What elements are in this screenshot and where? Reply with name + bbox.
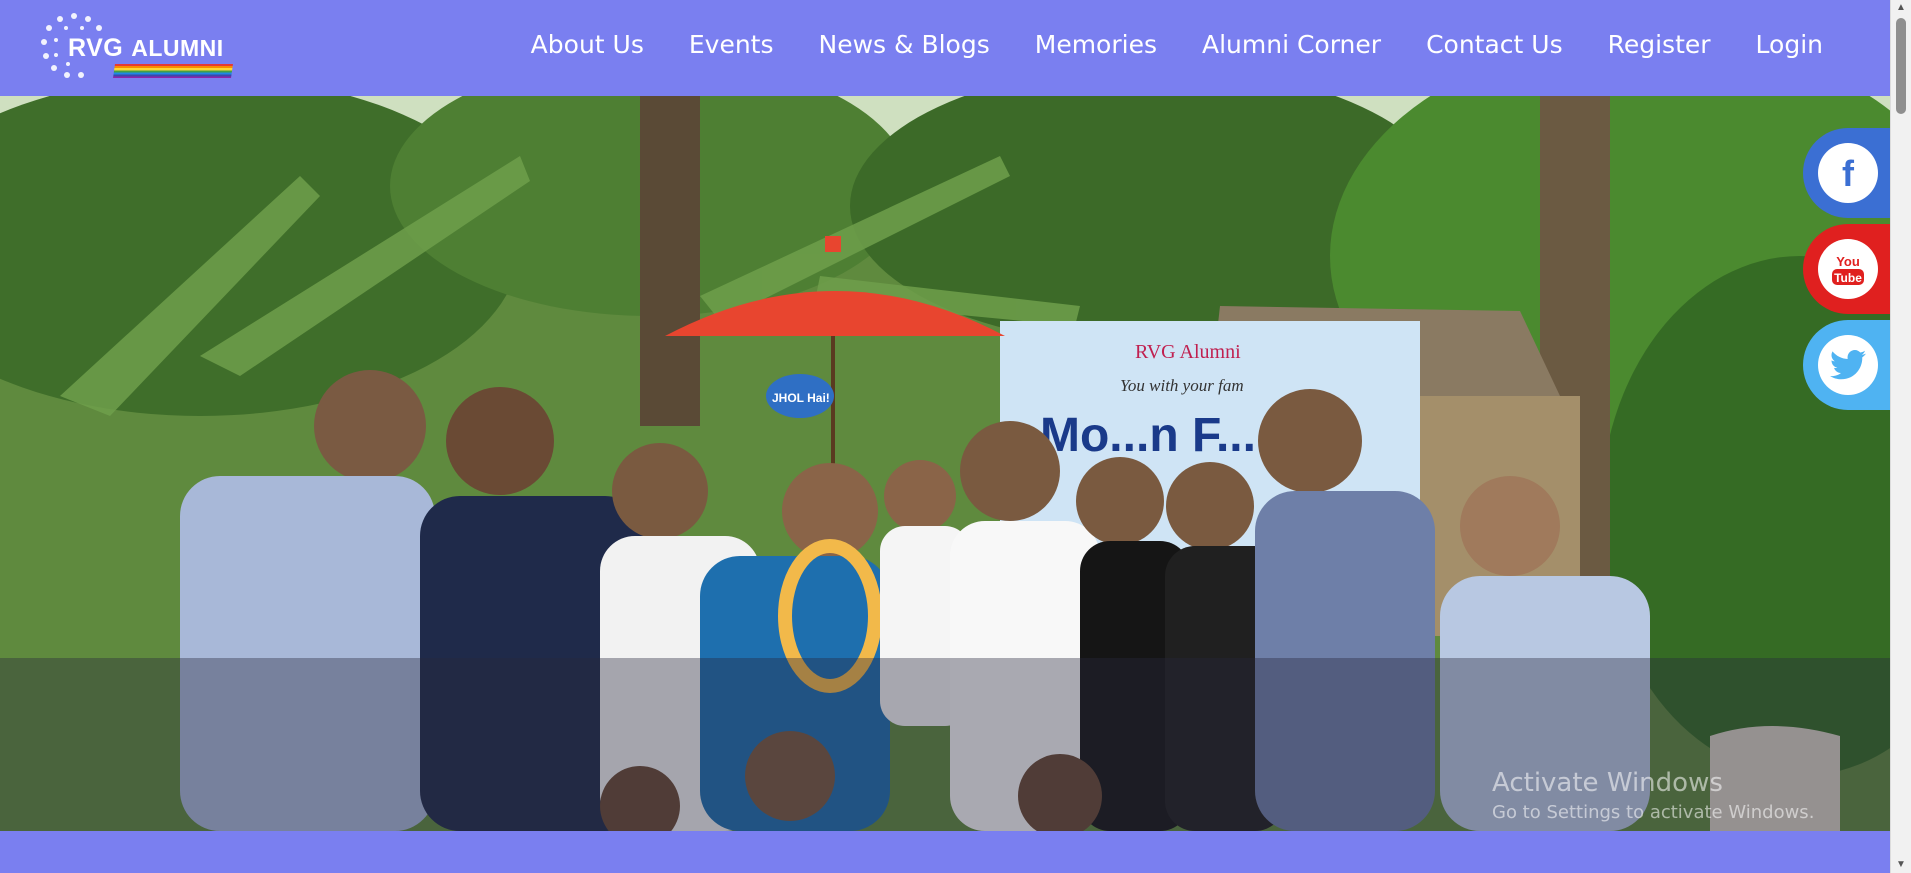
youtube-glyph-bottom: Tube: [1834, 271, 1862, 285]
twitter-icon: [1818, 335, 1878, 395]
main-navigation: About Us Events News & Blogs Memories Al…: [486, 0, 1823, 88]
logo-primary-text: RVG: [68, 34, 124, 62]
youtube-button[interactable]: You Tube: [1803, 224, 1891, 314]
youtube-glyph-top: You: [1836, 254, 1860, 269]
logo-secondary-text: ALUMNI: [131, 35, 224, 61]
facebook-glyph: f: [1842, 153, 1855, 194]
hero-group-photo: RVG Alumni You with your fam Mo...n F...…: [0, 96, 1891, 831]
nav-events[interactable]: Events: [689, 30, 774, 59]
activate-windows-subtitle: Go to Settings to activate Windows.: [1492, 802, 1815, 823]
nav-news-blogs[interactable]: News & Blogs: [819, 30, 990, 59]
banner-title: RVG Alumni: [1135, 341, 1241, 363]
facebook-icon: f: [1818, 143, 1878, 203]
logo-rainbow-stripe: [113, 64, 233, 78]
nav-contact-us[interactable]: Contact Us: [1426, 30, 1563, 59]
youtube-icon: You Tube: [1818, 239, 1878, 299]
facebook-button[interactable]: f: [1803, 128, 1891, 218]
scroll-up-arrow-icon[interactable]: ▲: [1891, 0, 1911, 16]
nav-register[interactable]: Register: [1608, 30, 1711, 59]
twitter-button[interactable]: [1803, 320, 1891, 410]
activate-windows-title: Activate Windows: [1492, 768, 1723, 798]
scroll-down-arrow-icon[interactable]: ▼: [1891, 857, 1911, 873]
nav-alumni-corner[interactable]: Alumni Corner: [1202, 30, 1381, 59]
section-strip: [0, 831, 1891, 873]
site-header: RVG ALUMNI About Us Events News & Blogs M…: [0, 0, 1891, 96]
activate-windows-watermark: Activate Windows Go to Settings to activ…: [1492, 768, 1814, 823]
page-scrollbar[interactable]: ▲ ▼: [1890, 0, 1911, 873]
logo-text: RVG ALUMNI: [68, 34, 224, 63]
nav-memories[interactable]: Memories: [1035, 30, 1157, 59]
banner-subtitle: You with your fam: [1120, 376, 1244, 395]
nav-about-us[interactable]: About Us: [531, 30, 644, 59]
nav-login[interactable]: Login: [1756, 30, 1823, 59]
photo-sign-text: JHOL Hai!: [772, 391, 830, 405]
scrollbar-thumb[interactable]: [1896, 18, 1906, 114]
banner-headline: Mo...n F...: [1040, 409, 1256, 462]
rvg-alumni-logo[interactable]: RVG ALUMNI: [38, 10, 238, 82]
